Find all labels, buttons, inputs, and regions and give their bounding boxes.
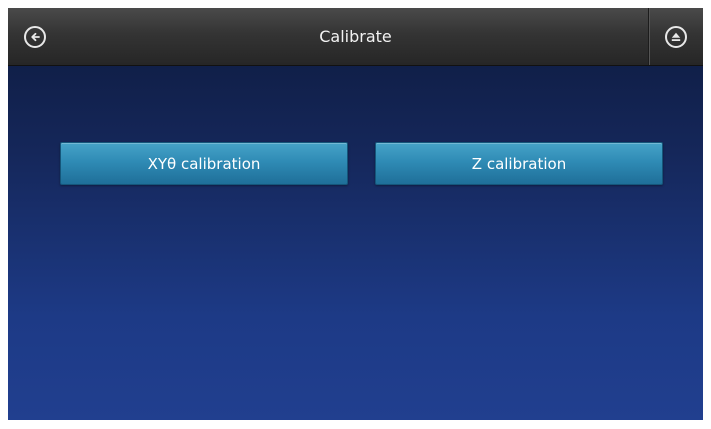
xy-theta-calibration-button[interactable]: XYθ calibration — [60, 142, 348, 185]
eject-icon — [665, 25, 687, 48]
eject-button[interactable] — [648, 8, 703, 65]
page-title: Calibrate — [319, 27, 392, 46]
calibrate-screen: Calibrate XYθ calibration Z calibration — [8, 8, 703, 420]
z-calibration-button[interactable]: Z calibration — [375, 142, 663, 185]
title-bar: Calibrate — [8, 8, 703, 66]
